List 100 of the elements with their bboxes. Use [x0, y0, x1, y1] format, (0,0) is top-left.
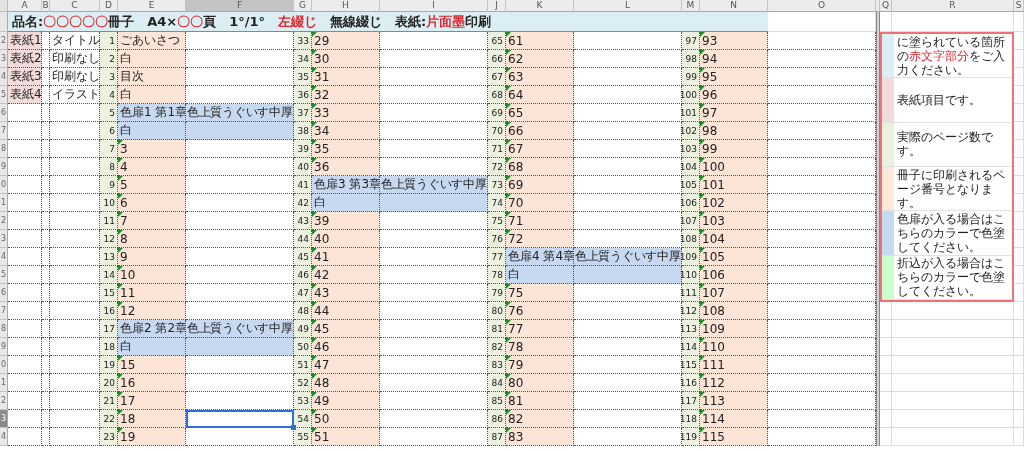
table-cell[interactable]	[768, 50, 876, 68]
table-cell[interactable]	[574, 284, 682, 302]
table-cell[interactable]	[186, 212, 294, 230]
table-cell[interactable]	[768, 374, 876, 392]
table-cell[interactable]	[574, 104, 682, 122]
table-cell[interactable]	[574, 338, 682, 356]
table-cell[interactable]	[574, 320, 682, 338]
table-cell[interactable]	[574, 158, 682, 176]
table-cell[interactable]	[186, 86, 294, 104]
table-cell[interactable]: 色上質うぐいす中厚	[186, 320, 294, 338]
table-cell[interactable]: 色上質うぐいす中厚	[186, 104, 294, 122]
table-cell[interactable]	[768, 428, 876, 446]
table-cell[interactable]	[186, 284, 294, 302]
fill-handle[interactable]	[291, 425, 296, 430]
table-cell[interactable]	[186, 266, 294, 284]
table-cell[interactable]	[768, 176, 876, 194]
table-cell[interactable]	[186, 230, 294, 248]
table-cell[interactable]	[768, 68, 876, 86]
table-cell[interactable]	[574, 302, 682, 320]
table-cell[interactable]	[380, 194, 488, 212]
column-header[interactable]: A	[8, 0, 42, 12]
table-cell[interactable]	[186, 50, 294, 68]
column-header[interactable]: E	[118, 0, 186, 12]
column-header[interactable]: I	[380, 0, 488, 12]
table-cell[interactable]	[186, 356, 294, 374]
table-cell[interactable]	[380, 338, 488, 356]
table-cell[interactable]	[380, 122, 488, 140]
table-cell[interactable]	[768, 104, 876, 122]
table-cell[interactable]	[380, 392, 488, 410]
column-header[interactable]: Q	[880, 0, 892, 12]
table-cell[interactable]	[768, 230, 876, 248]
table-cell[interactable]	[768, 140, 876, 158]
table-cell[interactable]	[186, 302, 294, 320]
table-cell[interactable]	[380, 302, 488, 320]
table-cell[interactable]	[380, 212, 488, 230]
table-cell[interactable]	[186, 194, 294, 212]
table-cell[interactable]	[768, 194, 876, 212]
table-cell[interactable]	[768, 302, 876, 320]
table-cell[interactable]	[380, 410, 488, 428]
table-cell[interactable]	[574, 86, 682, 104]
table-cell[interactable]	[574, 266, 682, 284]
table-cell[interactable]	[186, 140, 294, 158]
table-cell[interactable]	[380, 86, 488, 104]
table-cell[interactable]	[768, 32, 876, 50]
column-header[interactable]: R	[892, 0, 1014, 12]
table-cell[interactable]	[186, 32, 294, 50]
table-cell[interactable]	[186, 392, 294, 410]
corner-cell[interactable]	[0, 0, 8, 12]
table-cell[interactable]	[768, 338, 876, 356]
table-cell[interactable]	[574, 212, 682, 230]
table-cell[interactable]	[768, 248, 876, 266]
column-header[interactable]: H	[312, 0, 380, 12]
table-cell[interactable]	[380, 104, 488, 122]
table-cell[interactable]	[768, 266, 876, 284]
table-cell[interactable]	[574, 410, 682, 428]
table-cell[interactable]	[380, 320, 488, 338]
table-cell[interactable]	[186, 338, 294, 356]
table-cell[interactable]	[768, 86, 876, 104]
table-cell[interactable]	[380, 428, 488, 446]
column-header[interactable]: O	[768, 0, 876, 12]
table-cell[interactable]	[574, 194, 682, 212]
table-cell[interactable]	[574, 68, 682, 86]
table-cell[interactable]	[380, 158, 488, 176]
table-cell[interactable]	[186, 176, 294, 194]
column-header[interactable]: L	[574, 0, 682, 12]
table-cell[interactable]	[380, 284, 488, 302]
table-cell[interactable]	[574, 140, 682, 158]
table-cell[interactable]	[380, 266, 488, 284]
table-cell[interactable]	[186, 374, 294, 392]
table-cell[interactable]	[380, 230, 488, 248]
table-cell[interactable]: 色上質うぐいす中厚	[380, 176, 488, 194]
table-cell[interactable]: 色上質うぐいす中厚	[574, 248, 682, 266]
table-cell[interactable]	[768, 284, 876, 302]
table-cell[interactable]	[574, 356, 682, 374]
table-cell[interactable]	[380, 32, 488, 50]
table-cell[interactable]	[768, 410, 876, 428]
column-header[interactable]: D	[100, 0, 118, 12]
column-header[interactable]: M	[682, 0, 700, 12]
table-cell[interactable]	[186, 122, 294, 140]
table-cell[interactable]	[574, 230, 682, 248]
table-cell[interactable]	[574, 374, 682, 392]
column-header[interactable]: C	[50, 0, 100, 12]
column-header[interactable]: F	[186, 0, 294, 12]
table-cell[interactable]	[186, 248, 294, 266]
table-cell[interactable]	[574, 50, 682, 68]
column-header[interactable]: J	[488, 0, 506, 12]
table-cell[interactable]	[768, 122, 876, 140]
table-cell[interactable]	[574, 428, 682, 446]
table-cell[interactable]	[574, 122, 682, 140]
table-cell[interactable]	[380, 50, 488, 68]
column-header[interactable]: K	[506, 0, 574, 12]
table-cell[interactable]	[186, 68, 294, 86]
table-cell[interactable]	[380, 140, 488, 158]
table-cell[interactable]	[768, 212, 876, 230]
table-cell[interactable]	[768, 356, 876, 374]
table-cell[interactable]	[380, 374, 488, 392]
column-header[interactable]: N	[700, 0, 768, 12]
table-cell[interactable]	[186, 428, 294, 446]
table-cell[interactable]	[574, 32, 682, 50]
table-cell[interactable]	[574, 176, 682, 194]
